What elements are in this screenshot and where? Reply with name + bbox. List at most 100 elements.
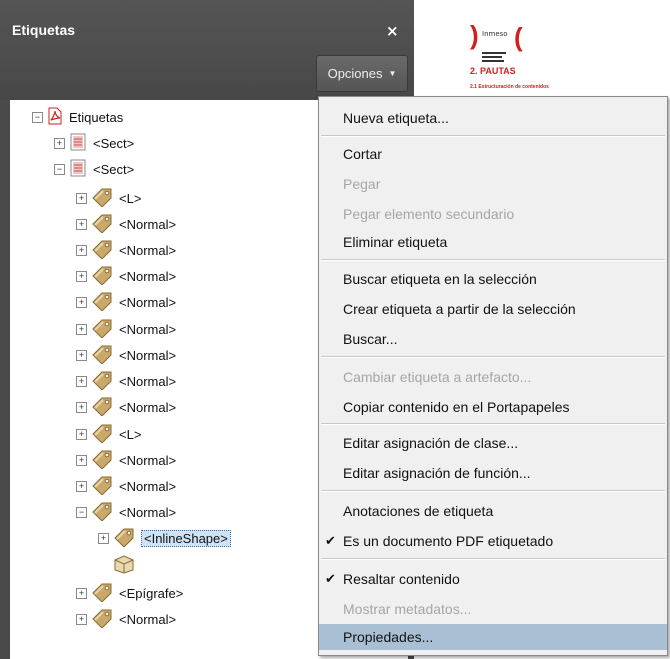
expand-icon[interactable]: + [76, 323, 87, 335]
tree-row[interactable]: + <L> [76, 185, 141, 211]
expand-icon[interactable]: + [76, 428, 87, 440]
tag-icon [91, 396, 113, 419]
collapse-icon[interactable]: − [76, 506, 87, 518]
tree-row[interactable]: + <Epígrafe> [76, 580, 183, 606]
tree-row[interactable]: + <Normal> [76, 316, 176, 342]
panel-title: Etiquetas [12, 22, 76, 38]
tree-root[interactable]: − Etiquetas [32, 104, 123, 130]
menu-item[interactable]: Editar asignación de función... [319, 460, 667, 486]
tag-icon [91, 318, 113, 341]
tree-row[interactable]: − <Normal> [76, 499, 176, 525]
menu-separator [321, 135, 665, 137]
expand-icon[interactable]: + [98, 532, 109, 544]
expand-icon[interactable]: + [76, 270, 87, 282]
document-brand: Inmeso [482, 30, 508, 38]
tree-row-label: <L> [119, 426, 142, 442]
tag-icon [91, 187, 113, 210]
menu-item-label: Mostrar metadatos... [343, 601, 472, 617]
expand-icon[interactable]: + [76, 401, 87, 413]
expand-icon[interactable]: + [76, 375, 87, 387]
menu-item-label: Pegar elemento secundario [343, 206, 515, 222]
menu-item[interactable]: Cortar [319, 141, 667, 167]
menu-item[interactable]: Nueva etiqueta... [319, 105, 667, 131]
collapse-icon[interactable]: − [32, 111, 43, 123]
tag-icon [91, 239, 113, 262]
tag-icon [91, 370, 113, 393]
menu-item-label: Buscar etiqueta en la selección [343, 271, 537, 287]
tree-row[interactable]: + <Sect> [54, 130, 134, 156]
expand-icon[interactable]: + [76, 296, 87, 308]
close-button[interactable]: × [386, 22, 399, 40]
tree-row[interactable] [98, 552, 141, 578]
menu-separator [321, 558, 665, 560]
menu-item[interactable]: ✔ Es un documento PDF etiquetado [319, 528, 667, 554]
menu-item-label: Editar asignación de clase... [343, 435, 519, 451]
menu-item[interactable]: Crear etiqueta a partir de la selección [319, 296, 667, 322]
svg-text:(: ( [514, 22, 523, 52]
menu-item[interactable]: Anotaciones de etiqueta [319, 498, 667, 524]
tree-row-label: <InlineShape> [141, 529, 231, 547]
tree-row[interactable]: + <Normal> [76, 606, 176, 632]
menu-separator [321, 259, 665, 261]
menu-item-label: Anotaciones de etiqueta [343, 503, 494, 519]
expand-icon[interactable]: + [76, 218, 87, 230]
tag-icon [91, 449, 113, 472]
menu-item[interactable]: ✔ Resaltar contenido [319, 566, 667, 592]
tree-row[interactable]: + <Normal> [76, 342, 176, 368]
menu-item[interactable]: Propiedades... [319, 624, 667, 650]
tree-row-label: <Normal> [119, 294, 177, 310]
collapse-icon[interactable]: − [54, 163, 65, 175]
menu-item-label: Pegar [343, 176, 381, 192]
tree-row[interactable]: + <Normal> [76, 473, 176, 499]
document-subheading: 2.1 Estructuración de contenidos [470, 84, 549, 90]
tag-icon [91, 475, 113, 498]
tree-row-label: <Normal> [119, 611, 177, 627]
menu-item: Pegar [319, 171, 667, 197]
expand-icon[interactable]: + [76, 244, 87, 256]
menu-item-label: Eliminar etiqueta [343, 234, 448, 250]
menu-item-label: Propiedades... [343, 629, 434, 645]
expand-icon[interactable]: + [54, 137, 65, 149]
tree-row-label: <Epígrafe> [119, 585, 184, 601]
expand-icon[interactable]: + [76, 454, 87, 466]
tree-row[interactable]: + <Normal> [76, 237, 176, 263]
menu-item[interactable]: Eliminar etiqueta [319, 229, 667, 255]
tree-row-label: <Normal> [119, 399, 177, 415]
expand-icon[interactable]: + [76, 587, 87, 599]
options-button[interactable]: Opciones ▼ [316, 55, 408, 92]
svg-text:): ) [470, 20, 479, 50]
menu-item[interactable]: Buscar etiqueta en la selección [319, 266, 667, 292]
menu-item-label: Buscar... [343, 331, 398, 347]
tree-row-label: <Normal> [119, 321, 177, 337]
tree-row[interactable]: + <InlineShape> [98, 525, 231, 551]
tag-icon [91, 608, 113, 631]
menu-separator [321, 490, 665, 492]
menu-item: Cambiar etiqueta a artefacto... [319, 364, 667, 390]
menu-separator [321, 356, 665, 358]
menu-item[interactable]: Buscar... [319, 326, 667, 352]
tree-row[interactable]: + <Normal> [76, 211, 176, 237]
box-icon [113, 554, 135, 577]
expand-icon[interactable]: + [76, 349, 87, 361]
menu-item[interactable]: Copiar contenido en el Portapapeles [319, 394, 667, 420]
document-icon [69, 133, 87, 154]
menu-item[interactable]: Editar asignación de clase... [319, 430, 667, 456]
tree-row-label: <Normal> [119, 268, 177, 284]
expand-icon[interactable]: + [76, 613, 87, 625]
tree-row[interactable]: + <Normal> [76, 368, 176, 394]
tree-row[interactable]: + <Normal> [76, 289, 176, 315]
tree-row[interactable]: + <Normal> [76, 447, 176, 473]
options-menu: Nueva etiqueta... Cortar Pegar Pegar elemen… [318, 96, 668, 656]
tree-row-label: <Normal> [119, 452, 177, 468]
expand-icon[interactable]: + [76, 192, 87, 204]
tree-row[interactable]: − <Sect> [54, 156, 134, 182]
tree-row[interactable]: + <Normal> [76, 394, 176, 420]
menu-item-label: Crear etiqueta a partir de la selección [343, 301, 576, 317]
tree-row[interactable]: + <L> [76, 421, 141, 447]
tree-row-label: <Normal> [119, 216, 177, 232]
tree-row[interactable]: + <Normal> [76, 263, 176, 289]
tag-icon [91, 213, 113, 236]
expand-icon[interactable]: + [76, 480, 87, 492]
tree-row-label: <Sect> [93, 135, 135, 151]
menu-item-label: Es un documento PDF etiquetado [343, 533, 554, 549]
